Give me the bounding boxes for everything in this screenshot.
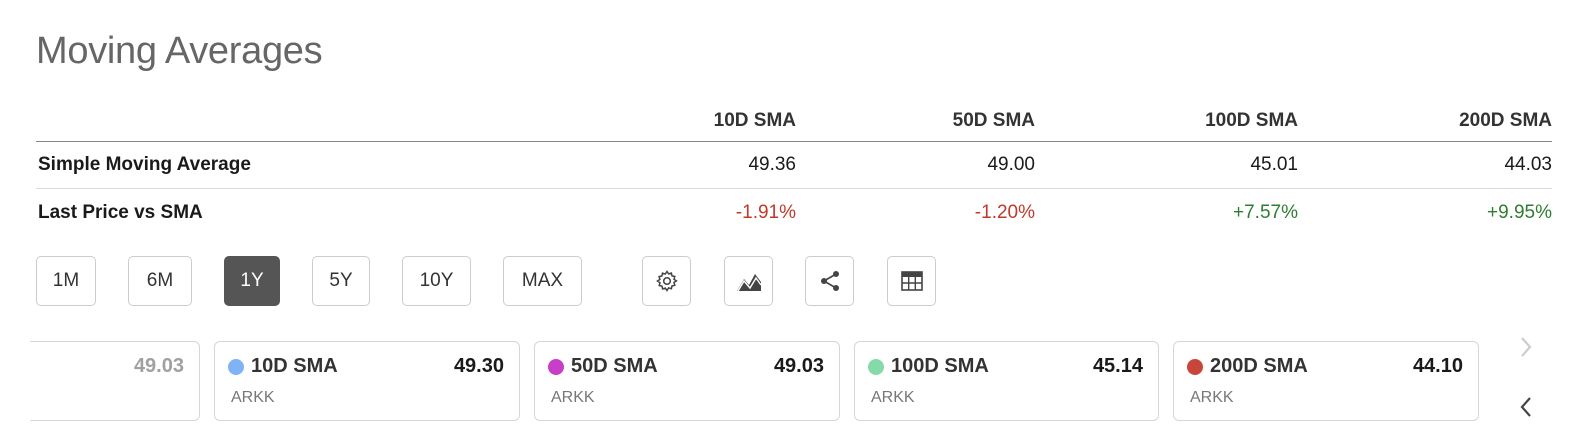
table-cell: -1.20%: [974, 201, 1035, 223]
sma-card-50d[interactable]: 50D SMA 49.03 ARKK: [534, 341, 840, 421]
range-button-1m[interactable]: 1M: [36, 256, 96, 306]
card-name: 10D SMA: [251, 355, 338, 377]
table-cell: +7.57%: [1233, 201, 1298, 223]
card-value: 44.10: [1412, 355, 1463, 377]
table-cell: 49.36: [748, 154, 796, 175]
card-value: 49.03: [133, 355, 184, 377]
table-cell: -1.91%: [735, 201, 796, 223]
prev-arrow-button[interactable]: [1511, 392, 1541, 422]
chart-type-icon: [736, 274, 762, 292]
legend-dot-icon: [1187, 359, 1203, 375]
card-symbol: ARKK: [1190, 389, 1234, 406]
table-row: Last Price vs SMA -1.91% -1.20% +7.57% +…: [36, 189, 1552, 236]
card-symbol: ARKK: [231, 389, 275, 406]
card-value: 49.30: [453, 355, 504, 377]
table-cell: 49.00: [987, 154, 1035, 175]
table-cell: 45.01: [1250, 154, 1298, 175]
legend-dot-icon: [228, 359, 244, 375]
chevron-left-icon: [1520, 397, 1531, 417]
settings-button[interactable]: [642, 256, 691, 306]
row-label: Simple Moving Average: [38, 154, 251, 175]
legend-dot-icon: [548, 359, 564, 375]
table-cell: +9.95%: [1487, 201, 1552, 223]
card-symbol: ARKK: [551, 389, 595, 406]
card-name: 50D SMA: [571, 355, 658, 377]
column-header: 10D SMA: [713, 109, 796, 131]
table-cell: 44.03: [1504, 154, 1552, 175]
range-button-max[interactable]: MAX: [503, 256, 582, 306]
share-icon: [820, 271, 839, 291]
table-view-button[interactable]: [887, 256, 936, 306]
card-name: 200D SMA: [1210, 355, 1308, 377]
range-button-6m[interactable]: 6M: [128, 256, 192, 306]
sma-card-10d[interactable]: 10D SMA 49.30 ARKK: [214, 341, 520, 421]
sma-card-200d[interactable]: 200D SMA 44.10 ARKK: [1173, 341, 1479, 421]
column-header: 50D SMA: [952, 109, 1035, 131]
sma-card-partial[interactable]: 49.03: [30, 341, 200, 421]
gear-icon: [655, 270, 678, 292]
table-row: Simple Moving Average 49.36 49.00 45.01 …: [36, 142, 1552, 189]
range-button-10y[interactable]: 10Y: [402, 256, 471, 306]
sma-table: 10D SMA 50D SMA 100D SMA 200D SMA Simple…: [36, 100, 1552, 236]
chart-type-button[interactable]: [724, 256, 773, 306]
chevron-right-icon: [1521, 337, 1532, 357]
column-header: 200D SMA: [1459, 109, 1552, 131]
card-value: 45.14: [1092, 355, 1143, 377]
card-symbol: ARKK: [871, 389, 915, 406]
table-icon: [900, 271, 923, 291]
page-title: Moving Averages: [36, 30, 323, 72]
next-arrow-button[interactable]: [1511, 332, 1541, 362]
range-button-5y[interactable]: 5Y: [312, 256, 370, 306]
row-label: Last Price vs SMA: [38, 201, 203, 223]
card-name: 100D SMA: [891, 355, 989, 377]
legend-dot-icon: [868, 359, 884, 375]
range-button-1y[interactable]: 1Y: [224, 256, 280, 306]
table-header-row: 10D SMA 50D SMA 100D SMA 200D SMA: [36, 100, 1552, 142]
card-value: 49.03: [773, 355, 824, 377]
sma-card-100d[interactable]: 100D SMA 45.14 ARKK: [854, 341, 1159, 421]
share-button[interactable]: [805, 256, 854, 306]
column-header: 100D SMA: [1205, 109, 1298, 131]
